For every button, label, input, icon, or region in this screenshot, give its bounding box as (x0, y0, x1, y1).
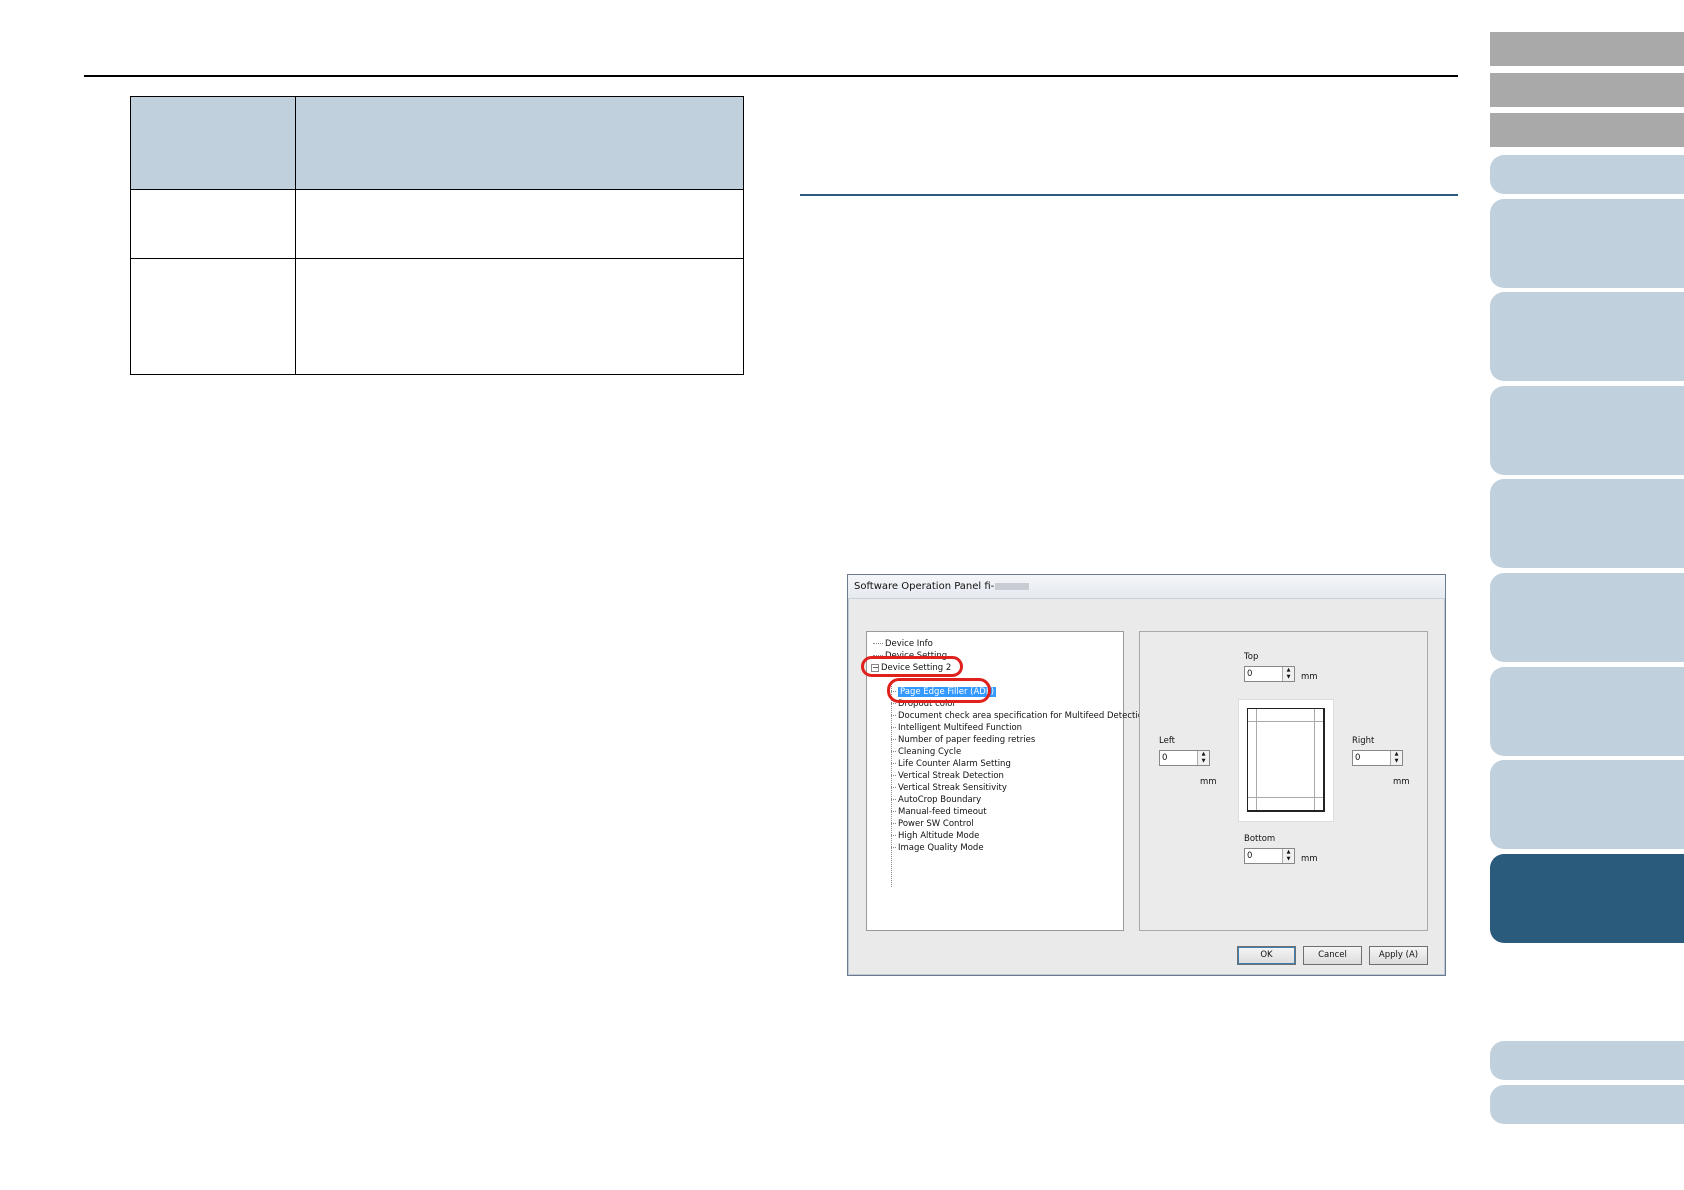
left-unit: mm (1200, 777, 1217, 787)
table-row (131, 258, 743, 374)
cancel-button[interactable]: Cancel (1303, 946, 1362, 965)
nav-tab-chapter-5[interactable] (1490, 573, 1684, 662)
highlight-circle-device-setting-2 (861, 656, 963, 677)
table-cell (131, 259, 296, 374)
top-unit: mm (1301, 672, 1318, 682)
spin-arrows-icon[interactable]: ▲ ▼ (1282, 849, 1294, 863)
section-rule (800, 194, 1458, 196)
tree-item-vertical-streak-sensitivity[interactable]: Vertical Streak Sensitivity (891, 782, 1007, 794)
table-header-row (131, 97, 743, 189)
tree-item-document-check-area[interactable]: Document check area specification for Mu… (891, 710, 1148, 722)
table-cell (296, 259, 743, 374)
tree-item-cleaning-cycle[interactable]: Cleaning Cycle (891, 746, 961, 758)
tree-item-paper-feeding-retries[interactable]: Number of paper feeding retries (891, 734, 1035, 746)
left-label: Left (1159, 736, 1175, 746)
spin-arrows-icon[interactable]: ▲ ▼ (1197, 751, 1209, 765)
left-spinbox[interactable]: 0 ▲ ▼ (1159, 750, 1210, 766)
nav-tab-appendix[interactable] (1490, 1041, 1684, 1080)
bottom-spinbox[interactable]: 0 ▲ ▼ (1244, 848, 1295, 864)
top-label: Top (1244, 652, 1259, 662)
tree-item-image-quality-mode[interactable]: Image Quality Mode (891, 842, 984, 854)
spin-arrows-icon[interactable]: ▲ ▼ (1390, 751, 1402, 765)
page-edge-filler-panel: Top 0 ▲ ▼ mm Left 0 ▲ ▼ mm Right 0 ▲ ▼ mm Bott… (1139, 631, 1428, 931)
table-header-cell (296, 97, 743, 189)
nav-tab-introduction[interactable] (1490, 155, 1684, 194)
tree-item-power-sw-control[interactable]: Power SW Control (891, 818, 974, 830)
nav-tab-index[interactable] (1490, 113, 1684, 147)
ok-button[interactable]: OK (1237, 946, 1296, 965)
right-unit: mm (1393, 777, 1410, 787)
nav-tab-chapter-7[interactable] (1490, 760, 1684, 849)
nav-tab-glossary[interactable] (1490, 1085, 1684, 1124)
nav-tab-chapter-3[interactable] (1490, 386, 1684, 475)
bottom-label: Bottom (1244, 834, 1276, 844)
nav-tab-chapter-2[interactable] (1490, 292, 1684, 381)
right-label: Right (1352, 736, 1375, 746)
tree-item-intelligent-multifeed[interactable]: Intelligent Multifeed Function (891, 722, 1022, 734)
software-operation-panel-dialog: Software Operation Panel fi- Device Info… (847, 574, 1446, 976)
page-outline (1247, 708, 1325, 812)
tree-item-device-info[interactable]: Device Info (873, 638, 933, 650)
table-cell (296, 190, 743, 258)
highlight-circle-page-edge-filler (887, 678, 991, 703)
nav-tab-contents[interactable] (1490, 73, 1684, 107)
nav-tab-top[interactable] (1490, 32, 1684, 66)
tree-item-autocrop-boundary[interactable]: AutoCrop Boundary (891, 794, 981, 806)
tree-item-life-counter-alarm[interactable]: Life Counter Alarm Setting (891, 758, 1011, 770)
nav-tab-chapter-1[interactable] (1490, 199, 1684, 288)
nav-tab-chapter-4[interactable] (1490, 479, 1684, 568)
page-preview (1238, 699, 1334, 822)
tree-item-manual-feed-timeout[interactable]: Manual-feed timeout (891, 806, 987, 818)
spin-arrows-icon[interactable]: ▲ ▼ (1282, 667, 1294, 681)
table-cell (131, 190, 296, 258)
tree-item-vertical-streak-detection[interactable]: Vertical Streak Detection (891, 770, 1004, 782)
model-name-redacted (995, 582, 1030, 590)
top-spinbox[interactable]: 0 ▲ ▼ (1244, 666, 1295, 682)
bottom-unit: mm (1301, 854, 1318, 864)
table-header-cell (131, 97, 296, 189)
dialog-title: Software Operation Panel fi- (854, 581, 995, 592)
right-spinbox[interactable]: 0 ▲ ▼ (1352, 750, 1403, 766)
page-top-rule (84, 75, 1458, 77)
table-row (131, 189, 743, 258)
dialog-title-bar: Software Operation Panel fi- (848, 575, 1445, 599)
nav-tab-chapter-6[interactable] (1490, 667, 1684, 756)
nav-tab-chapter-8-active[interactable] (1490, 854, 1684, 943)
tree-item-high-altitude-mode[interactable]: High Altitude Mode (891, 830, 979, 842)
settings-table (130, 96, 744, 375)
apply-button[interactable]: Apply (A) (1369, 946, 1428, 965)
